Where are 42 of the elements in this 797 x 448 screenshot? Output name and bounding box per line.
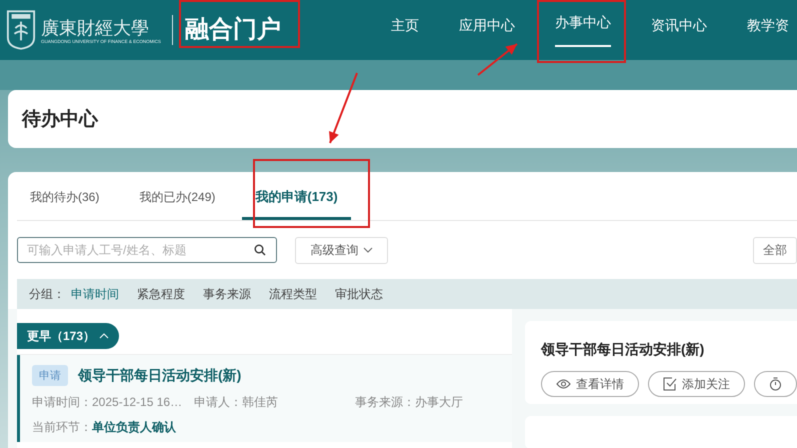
university-emblem-icon <box>6 9 36 51</box>
page-title: 待办中心 <box>22 108 98 132</box>
chevron-down-icon <box>362 247 372 253</box>
annotation-arrow <box>477 43 518 76</box>
item-title: 领导干部每日活动安排(新) <box>78 366 242 384</box>
nav-item[interactable]: 主页 <box>391 0 419 60</box>
source: 事务来源：办事大厅 <box>355 394 463 411</box>
nav-item[interactable]: 应用中心 <box>459 0 515 60</box>
nav-item[interactable]: 资讯中心 <box>651 0 707 60</box>
eye-icon <box>556 379 571 389</box>
search-icon <box>254 244 266 256</box>
nav-item[interactable]: 教学资 <box>747 0 789 60</box>
advanced-search-button[interactable]: 高级查询 <box>295 236 388 264</box>
type-tag: 申请 <box>32 365 68 386</box>
step-label: 当前环节： <box>32 420 92 434</box>
grouping-option[interactable]: 流程类型 <box>269 286 317 302</box>
tab[interactable]: 我的待办(36) <box>17 186 112 220</box>
grouping-option[interactable]: 申请时间 <box>71 286 119 302</box>
follow-button[interactable]: 添加关注 <box>648 371 745 397</box>
nav-item[interactable]: 办事中心 <box>555 0 611 47</box>
apply-time: 申请时间：2025-12-15 16… <box>32 394 184 411</box>
grouping-option[interactable]: 审批状态 <box>335 286 383 302</box>
detail-title: 领导干部每日活动安排(新) <box>541 341 706 359</box>
grouping-option[interactable]: 事务来源 <box>203 286 251 302</box>
filter-dropdown[interactable]: 全部 <box>753 236 797 264</box>
checkbox-icon <box>663 377 677 391</box>
grouping-label: 分组： <box>29 286 65 302</box>
university-name: 廣東財經大學 <box>41 16 150 38</box>
application-item[interactable]: 申请 领导干部每日活动安排(新) 申请时间：2025-12-15 16… 申请人：韩佳芮 事务来源：办事大厅 当前环节：单位负责人确认 <box>17 355 512 442</box>
tab[interactable]: 我的申请(173) <box>242 186 351 220</box>
annotation-arrow <box>329 72 358 144</box>
stopwatch-icon <box>769 377 782 391</box>
view-details-button[interactable]: 查看详情 <box>541 371 639 397</box>
applicant: 申请人：韩佳芮 <box>194 394 279 411</box>
portal-title: 融合门户 <box>185 18 281 42</box>
chevron-up-icon <box>99 333 110 339</box>
timer-button[interactable] <box>754 371 797 397</box>
group-toggle[interactable]: 更早（173） <box>17 323 120 349</box>
tab[interactable]: 我的已办(249) <box>126 186 228 220</box>
grouping-option[interactable]: 紧急程度 <box>137 286 185 302</box>
current-step: 单位负责人确认 <box>92 420 176 434</box>
search-field[interactable]: 可输入申请人工号/姓名、标题 <box>17 237 277 263</box>
